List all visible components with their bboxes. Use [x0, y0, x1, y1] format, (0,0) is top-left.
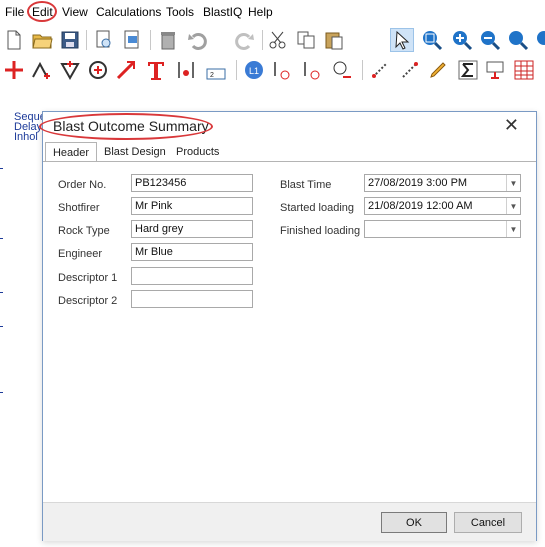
table-icon[interactable] — [512, 58, 536, 82]
tab-header[interactable]: Header — [45, 142, 97, 162]
title-highlight-circle — [39, 113, 213, 140]
edit-highlight-circle — [27, 1, 57, 22]
zoom-out-icon[interactable] — [478, 28, 502, 52]
ok-button[interactable]: OK — [381, 512, 447, 533]
started-loading-label: Started loading — [280, 202, 354, 214]
descriptor-1-field[interactable] — [131, 267, 253, 285]
shotfirer-field[interactable]: Mr Pink — [131, 197, 253, 215]
triangle-icon[interactable] — [58, 58, 82, 82]
dialog-footer: OK Cancel — [43, 502, 536, 541]
chevron-down-icon[interactable]: ▼ — [506, 221, 520, 237]
circle-icon[interactable] — [86, 58, 110, 82]
blast-time-picker[interactable]: 27/08/2019 3:00 PM ▼ — [364, 174, 521, 192]
finished-loading-picker[interactable]: ▼ — [364, 220, 521, 238]
header-tab-panel: Order No. PB123456 Shotfirer Mr Pink Roc… — [43, 162, 536, 502]
blast-time-label: Blast Time — [280, 179, 332, 191]
cut-icon[interactable] — [266, 28, 290, 52]
renumber-icon[interactable]: 2 — [204, 58, 228, 82]
chevron-down-icon[interactable]: ▼ — [506, 198, 520, 214]
delete-icon[interactable] — [156, 28, 180, 52]
shotfirer-label: Shotfirer — [58, 202, 100, 214]
engineer-label: Engineer — [58, 248, 103, 260]
menu-help[interactable]: Help — [248, 5, 273, 19]
descriptor-1-label: Descriptor 1 — [58, 272, 118, 284]
descriptor-2-label: Descriptor 2 — [58, 295, 118, 307]
blast-outcome-dialog: Blast Outcome Summary ✕ Header Blast Des… — [39, 111, 537, 541]
tab-blast-design[interactable]: Blast Design — [104, 142, 166, 162]
save-icon[interactable] — [58, 28, 82, 52]
select-pointer-icon[interactable] — [390, 28, 414, 52]
finished-loading-label: Finished loading — [280, 225, 361, 237]
timing-t-icon[interactable] — [270, 58, 294, 82]
new-document-icon[interactable] — [2, 28, 26, 52]
descriptor-2-field[interactable] — [131, 290, 253, 308]
redo-icon[interactable] — [232, 28, 256, 52]
connect-icon[interactable] — [368, 58, 392, 82]
delay-icon[interactable] — [330, 58, 354, 82]
order-no-label: Order No. — [58, 179, 107, 191]
menu-calculations[interactable]: Calculations — [96, 5, 161, 19]
order-no-field[interactable]: PB123456 — [131, 174, 253, 192]
chevron-down-icon[interactable]: ▼ — [506, 175, 520, 191]
svg-text:L1: L1 — [249, 66, 259, 76]
add-point-icon[interactable] — [2, 58, 26, 82]
undo-icon[interactable] — [186, 28, 210, 52]
report-icon[interactable] — [484, 58, 508, 82]
connect-auto-icon[interactable] — [398, 58, 422, 82]
rock-type-label: Rock Type — [58, 225, 110, 237]
menu-blastiq[interactable]: BlastIQ — [203, 5, 242, 19]
toolbar-standard — [0, 26, 545, 54]
rock-type-field[interactable]: Hard grey — [131, 220, 253, 238]
menu-tools[interactable]: Tools — [166, 5, 194, 19]
print-preview-icon[interactable] — [92, 28, 116, 52]
zoom-window-icon[interactable] — [420, 28, 444, 52]
toolbar-design: 2 L1 — [0, 56, 545, 84]
text-tool-icon[interactable] — [144, 58, 168, 82]
background-text-line: Inhol — [14, 131, 38, 143]
open-folder-icon[interactable] — [30, 28, 54, 52]
cancel-button[interactable]: Cancel — [454, 512, 522, 533]
engineer-field[interactable]: Mr Blue — [131, 243, 253, 261]
copy-icon[interactable] — [294, 28, 318, 52]
menu-bar: File Edit View Calculations Tools BlastI… — [0, 0, 545, 26]
layer-icon[interactable]: L1 — [242, 58, 266, 82]
tab-products[interactable]: Products — [176, 142, 219, 162]
polyline-icon[interactable] — [30, 58, 54, 82]
close-icon[interactable]: ✕ — [504, 116, 519, 134]
timing-d-icon[interactable] — [300, 58, 324, 82]
paste-icon[interactable] — [322, 28, 346, 52]
hole-tool-icon[interactable] — [174, 58, 198, 82]
dialog-tabs: Header Blast Design Products — [43, 142, 536, 162]
started-loading-picker[interactable]: 21/08/2019 12:00 AM ▼ — [364, 197, 521, 215]
menu-view[interactable]: View — [62, 5, 88, 19]
pencil-icon[interactable] — [426, 58, 450, 82]
arrow-icon[interactable] — [114, 58, 138, 82]
blast-time-value: 27/08/2019 3:00 PM — [368, 177, 468, 189]
svg-text:2: 2 — [210, 72, 214, 79]
sum-icon[interactable] — [456, 58, 480, 82]
dialog-titlebar: Blast Outcome Summary ✕ — [39, 112, 536, 140]
zoom-in-icon[interactable] — [450, 28, 474, 52]
zoom-more-icon[interactable] — [532, 28, 545, 52]
zoom-extents-icon[interactable] — [506, 28, 530, 52]
started-loading-value: 21/08/2019 12:00 AM — [368, 200, 473, 212]
menu-file[interactable]: File — [5, 5, 24, 19]
export-icon[interactable] — [120, 28, 144, 52]
